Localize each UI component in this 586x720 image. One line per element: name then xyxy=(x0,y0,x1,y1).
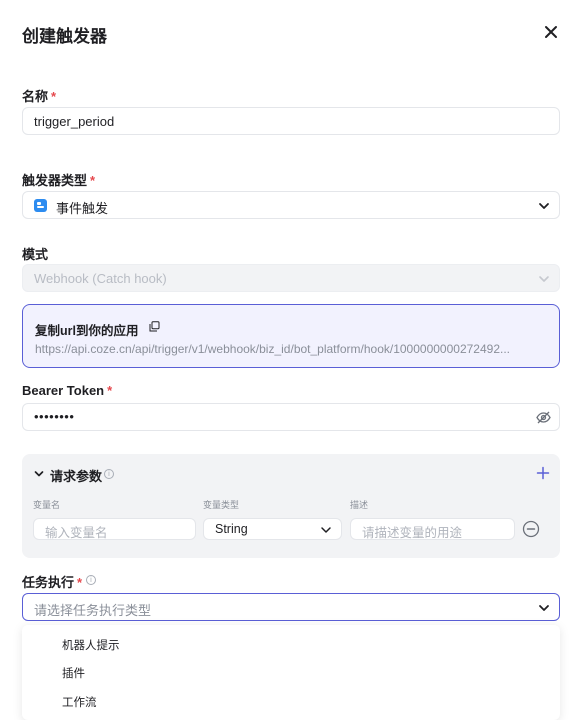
request-params-title: 请求参数 xyxy=(50,469,103,484)
required-mark: * xyxy=(51,89,57,104)
bearer-token-label: Bearer Token * xyxy=(22,383,113,398)
option-workflow[interactable]: 工作流 xyxy=(62,694,97,710)
task-type-placeholder: 请选择任务执行类型 xyxy=(34,603,152,618)
create-trigger-dialog: 创建触发器 名称 * trigger_period 触发器类型 * 事件触发 模式 … xyxy=(0,0,586,720)
col-head-type: 变量类型 xyxy=(203,500,240,510)
webhook-url-box: 复制url到你的应用 https://api.coze.cn/api/trigg… xyxy=(22,304,560,368)
chevron-down-icon[interactable] xyxy=(34,469,44,479)
option-plugin[interactable]: 插件 xyxy=(62,665,85,681)
mode-label: 模式 xyxy=(22,247,49,262)
col-head-desc: 描述 xyxy=(350,500,369,510)
bearer-token-input[interactable]: •••••••• xyxy=(22,403,560,431)
param-type-select[interactable]: String xyxy=(203,518,342,540)
chevron-down-icon xyxy=(539,605,549,611)
mode-select: Webhook (Catch hook) xyxy=(22,264,560,292)
chevron-down-icon xyxy=(539,276,549,282)
chevron-down-icon xyxy=(539,203,549,209)
mode-value: Webhook (Catch hook) xyxy=(34,271,167,286)
add-param-icon[interactable] xyxy=(536,466,550,480)
task-type-select[interactable]: 请选择任务执行类型 xyxy=(22,593,560,621)
info-icon: i xyxy=(104,469,114,479)
event-trigger-icon xyxy=(34,199,47,212)
info-icon: i xyxy=(86,575,96,585)
option-bot-prompt[interactable]: 机器人提示 xyxy=(62,637,120,653)
param-name-placeholder: 输入变量名 xyxy=(45,526,108,540)
chevron-down-icon xyxy=(321,527,331,533)
name-label: 名称 * xyxy=(22,89,57,104)
trigger-type-select[interactable]: 事件触发 xyxy=(22,191,560,219)
task-label: 任务执行 * xyxy=(22,575,83,590)
remove-param-icon[interactable] xyxy=(522,520,540,538)
required-mark: * xyxy=(90,173,96,188)
required-mark: * xyxy=(107,383,113,398)
trigger-type-label: 触发器类型 * xyxy=(22,173,96,188)
param-type-value: String xyxy=(215,522,248,536)
trigger-type-value: 事件触发 xyxy=(56,201,109,216)
param-name-input[interactable]: 输入变量名 xyxy=(33,518,196,540)
param-desc-input[interactable]: 请描述变量的用途 xyxy=(350,518,515,540)
copy-icon[interactable] xyxy=(149,321,160,332)
bearer-token-value: •••••••• xyxy=(34,409,75,424)
task-type-dropdown: 机器人提示 插件 工作流 xyxy=(22,625,560,720)
webhook-copy-title: 复制url到你的应用 xyxy=(35,324,139,338)
param-desc-placeholder: 请描述变量的用途 xyxy=(362,526,463,540)
name-input-value: trigger_period xyxy=(34,114,115,129)
close-icon[interactable] xyxy=(541,22,561,42)
webhook-url[interactable]: https://api.coze.cn/api/trigger/v1/webho… xyxy=(35,342,550,356)
dialog-title: 创建触发器 xyxy=(22,27,107,46)
eye-off-icon[interactable] xyxy=(536,411,551,424)
request-params-panel: 请求参数 i 变量名 变量类型 描述 输入变量名 String 请描述变量的用途 xyxy=(22,454,560,558)
name-input[interactable]: trigger_period xyxy=(22,107,560,135)
col-head-name: 变量名 xyxy=(33,500,61,510)
required-mark: * xyxy=(77,575,83,590)
